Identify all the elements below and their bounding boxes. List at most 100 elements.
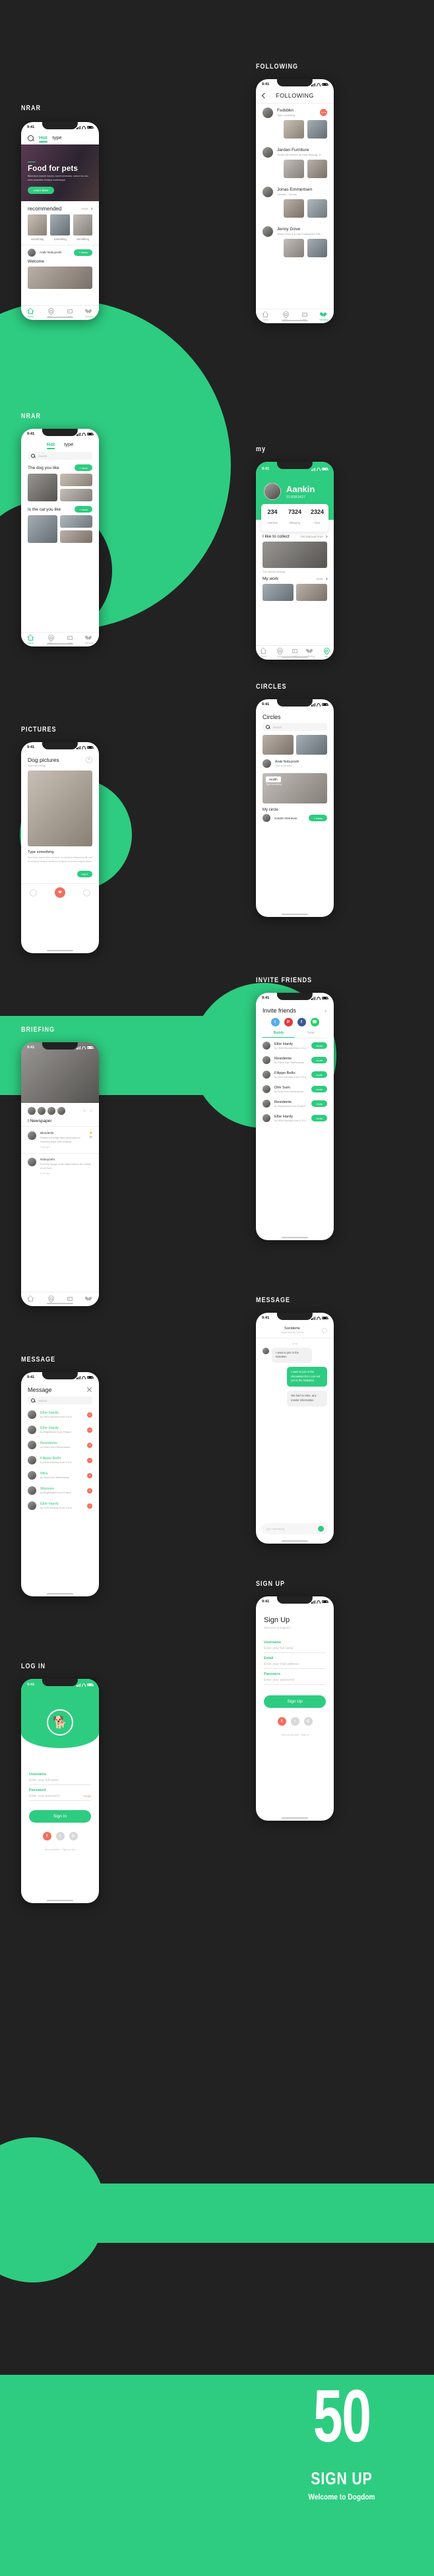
avatar[interactable] — [57, 1107, 65, 1115]
picture-main[interactable] — [28, 770, 92, 846]
thumb[interactable] — [284, 159, 304, 178]
twitter-icon[interactable]: t — [55, 1832, 65, 1840]
message-row[interactable]: Mira by Ryan from Netherlands 5 — [21, 1468, 99, 1483]
tab-hot[interactable]: Hot — [39, 135, 47, 142]
facebook-icon[interactable]: f — [297, 1018, 306, 1026]
group-photo[interactable] — [60, 474, 92, 486]
signup-email-field[interactable]: Email Enter your mail address — [264, 1653, 326, 1669]
invite-friend-row[interactable]: Residente by Risen from Netherlands Invi… — [256, 1053, 334, 1067]
field-input[interactable]: Enter your password — [264, 1678, 326, 1682]
message-row[interactable]: Ellie Hardy by Hello Monday from U.S.A. 1 — [21, 1498, 99, 1513]
invite-friend-row[interactable]: Ellie Hardy by Hello Monday from U.S.A. … — [256, 1038, 334, 1053]
work-photo[interactable] — [296, 584, 327, 601]
group-more-button[interactable]: + more — [75, 506, 92, 513]
health-card[interactable]: Health Type something — [263, 773, 327, 803]
invite-friend-row[interactable]: Ellie Hardy by Hello Monday from U.S.A. … — [256, 1111, 334, 1125]
google-icon[interactable]: G — [69, 1832, 78, 1840]
tabbar-item-home[interactable]: home — [21, 308, 41, 318]
tab-type[interactable]: type — [64, 441, 73, 449]
add-button[interactable]: + — [86, 757, 92, 763]
tab-near[interactable]: Near — [295, 1031, 327, 1038]
tabbar-item-home[interactable]: home — [21, 635, 41, 644]
tabbar-item-my[interactable]: my — [318, 648, 334, 658]
more-options-button[interactable] — [322, 1327, 327, 1333]
sign-in-button[interactable]: Sign In — [29, 1810, 91, 1823]
welcome-user-row[interactable]: Araki Nobuyoshi + follow — [21, 245, 99, 259]
field-input[interactable]: Enter your password — [29, 1794, 91, 1798]
avatar[interactable] — [47, 1107, 55, 1115]
work-photo[interactable] — [263, 584, 294, 601]
twitter-icon[interactable]: t — [270, 1018, 280, 1026]
briefing-hero[interactable]: 9:41 — [21, 1042, 99, 1103]
work-more-link[interactable]: more — [316, 577, 328, 581]
thumb[interactable] — [284, 238, 304, 257]
signup-footer[interactable]: Have an account ? Sign In — [264, 1734, 326, 1736]
heart-icon[interactable]: ❤ — [54, 887, 65, 898]
group-more-button[interactable]: + more — [75, 464, 92, 471]
collect-more-link[interactable]: Get Manual Free — [300, 535, 328, 538]
group-photo[interactable] — [60, 489, 92, 501]
group-photo[interactable] — [60, 515, 92, 528]
search-input[interactable]: Search — [38, 455, 47, 458]
share-icon[interactable] — [30, 889, 38, 896]
invite-friend-row[interactable]: Dlm Sum by Ryan from Netherlands Invite — [256, 1082, 334, 1096]
field-input[interactable]: Enter your full name — [29, 1778, 91, 1782]
tab-buddy[interactable]: Buddy — [263, 1031, 295, 1038]
facebook-icon[interactable]: f — [42, 1832, 51, 1840]
group-photo[interactable] — [60, 530, 92, 543]
tab-hot[interactable]: Hot — [46, 441, 55, 449]
hero-banner[interactable]: Food for pets Bibendum blandit mauris, m… — [21, 144, 99, 201]
whatsapp-icon[interactable]: ☎ — [310, 1018, 319, 1026]
say-it-button[interactable]: say it — [77, 871, 92, 878]
search-icon[interactable] — [28, 135, 34, 141]
tabbar-item-mail[interactable] — [60, 1296, 80, 1303]
following-row[interactable]: Jenny Gove Jenny Gove is a User Experien… — [256, 222, 334, 239]
chat-input[interactable]: Type something — [266, 1527, 315, 1530]
invite-button[interactable]: Invite — [311, 1057, 327, 1063]
avatar[interactable] — [28, 1107, 36, 1115]
message-row[interactable]: Warsaw by Brightfolans from Poland 2 — [21, 1483, 99, 1498]
following-row[interactable]: Jonas Emmertsen Canada - Toronto — [256, 183, 334, 199]
tab-type[interactable]: type — [53, 135, 62, 142]
following-row[interactable]: Fsdsbkn Type something — [256, 104, 334, 120]
invite-button[interactable]: Invite — [311, 1071, 327, 1078]
message-row[interactable]: Ellie Hardy by Brightfolans from Poland 1 — [21, 1422, 99, 1437]
tabbar-item-home[interactable]: home — [256, 311, 276, 321]
group-photo[interactable] — [28, 515, 58, 543]
google-icon[interactable]: G — [303, 1717, 313, 1726]
search-icon[interactable] — [266, 725, 270, 729]
tabbar-item-near[interactable] — [41, 1296, 61, 1303]
tabbar-item-following[interactable]: following — [315, 311, 334, 321]
field-input[interactable]: Enter your mail address — [264, 1662, 326, 1666]
more-options-button[interactable] — [320, 109, 327, 116]
welcome-photo[interactable] — [28, 266, 92, 289]
recommended-more-link[interactable]: more — [81, 207, 93, 210]
tabbar-item-home[interactable]: home — [256, 648, 272, 658]
search-input[interactable]: Search — [273, 726, 282, 729]
thumb[interactable] — [307, 238, 327, 257]
mycircle-row[interactable]: Golden Retriever + follow — [256, 814, 334, 824]
circle-photo[interactable] — [296, 735, 327, 755]
recommended-card[interactable]: something — [73, 214, 92, 241]
following-row[interactable]: Jardan Furniture Senior Art Director @ H… — [256, 143, 334, 160]
facebook-icon[interactable]: f — [277, 1717, 286, 1726]
thumb[interactable] — [284, 199, 304, 218]
tabbar-item-following[interactable] — [80, 1296, 100, 1303]
login-password-field[interactable]: Password Enter your password Forgot — [29, 1785, 91, 1801]
forgot-link[interactable]: Forgot — [83, 1794, 91, 1798]
login-footer[interactable]: Not a member ? Sign up now — [29, 1848, 91, 1851]
sign-up-button[interactable]: Sign Up — [264, 1695, 326, 1708]
login-username-field[interactable]: Username Enter your full name — [29, 1769, 91, 1785]
thumb[interactable] — [284, 119, 304, 139]
thumb[interactable] — [307, 119, 327, 139]
invite-friend-row[interactable]: Filippo Bello by Hello Monday from U.S.A… — [256, 1067, 334, 1082]
comment-icon[interactable]: 💬 — [90, 1136, 92, 1139]
avatar[interactable] — [264, 483, 281, 500]
search-icon[interactable] — [31, 1398, 35, 1402]
message-row[interactable]: Residente by Risen from Netherlands 3 — [21, 1437, 99, 1453]
group-photo[interactable] — [28, 474, 58, 501]
add-button[interactable]: + — [324, 1008, 327, 1014]
circle-photo[interactable] — [263, 735, 294, 755]
search-input[interactable]: Search — [38, 1399, 47, 1402]
signup-password-field[interactable]: Passwors Enter your password — [264, 1669, 326, 1685]
